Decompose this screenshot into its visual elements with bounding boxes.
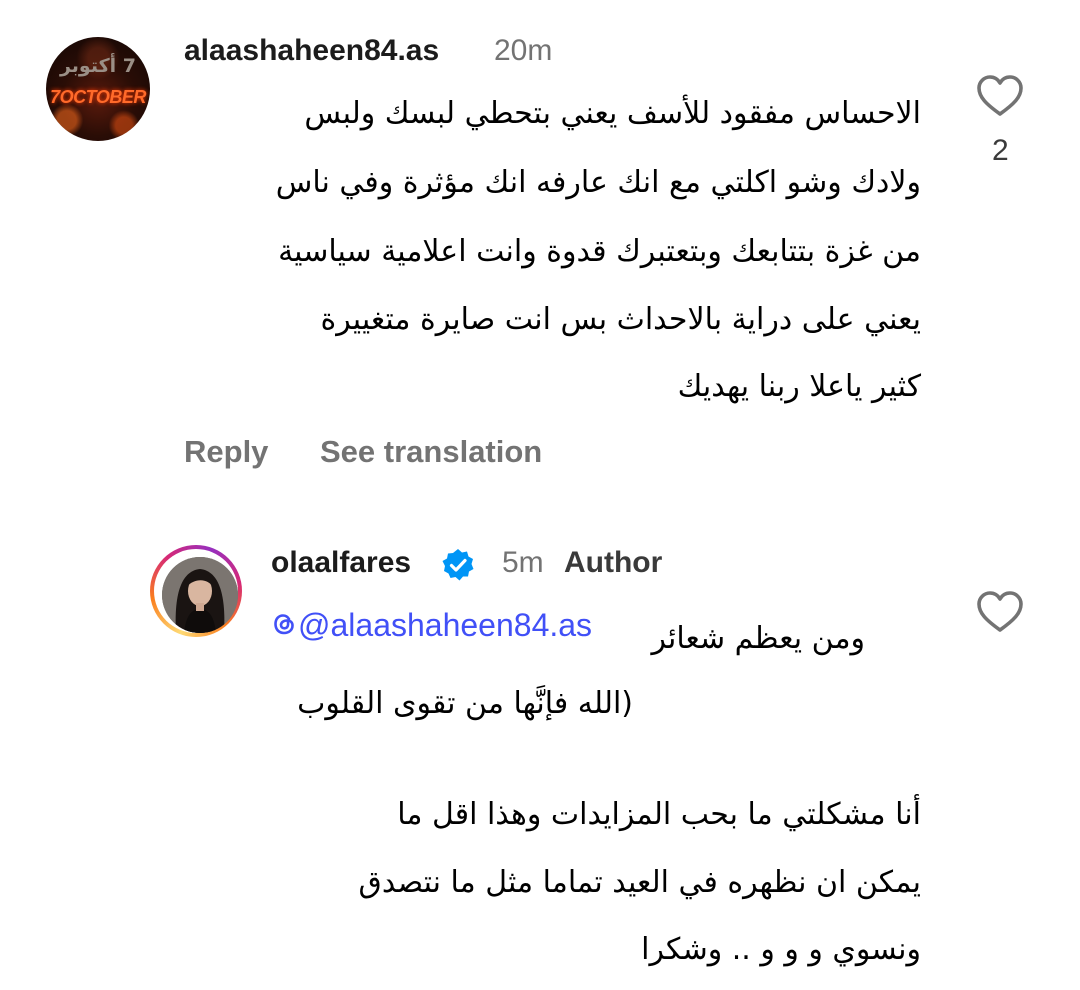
reply-line-3: أنا مشكلتي ما بحب المزايدات وهذا اقل ما: [397, 797, 921, 832]
reply-line-5: ونسوي و و و .. وشكرا: [641, 932, 921, 967]
reply-line-2: (الله فإنَّها من تقوى القلوب: [297, 686, 633, 721]
comment-line-3: من غزة بتتابعك وبتعتبرك قدوة وانت اعلامي…: [278, 234, 921, 269]
reply-line-4: يمكن ان نظهره في العيد تماما مثل ما نتصد…: [358, 865, 921, 900]
comment-thread: 7 أكتوبر 7OCTOBER alaashaheen84.as 20m ا…: [0, 0, 1080, 990]
reply-timestamp: 5m: [502, 546, 544, 579]
heart-outline-icon: [977, 75, 1023, 116]
comment-line-4: يعني على دراية بالاحداث بس انت صايرة متغ…: [320, 302, 922, 337]
avatar-english-text: 7OCTOBER: [50, 87, 146, 107]
comment-line-2: ولادك وشو اكلتي مع انك عارفه انك مؤثرة و…: [275, 165, 921, 200]
mention-username[interactable]: @alaashaheen84.as: [298, 607, 592, 643]
avatar-arabic-text: 7 أكتوبر: [59, 55, 137, 77]
profile-photo-image: [162, 557, 238, 633]
author-badge: Author: [564, 546, 663, 579]
like-count: 2: [992, 134, 1009, 167]
mention-link[interactable]: @alaashaheen84.as: [272, 607, 592, 644]
heart-outline-icon: [977, 591, 1023, 632]
reply-line-1: ومن يعظم شعائر: [651, 621, 865, 656]
verified-badge-icon: [441, 548, 475, 586]
avatar-alaashaheen84[interactable]: 7 أكتوبر 7OCTOBER: [46, 37, 150, 141]
like-button-reply[interactable]: [976, 590, 1024, 638]
like-button-comment[interactable]: [976, 74, 1024, 122]
see-translation-button[interactable]: See translation: [320, 434, 542, 470]
reply-username[interactable]: olaalfares: [271, 546, 411, 580]
comment-timestamp: 20m: [494, 34, 553, 67]
comment-line-5: كثير ياعلا ربنا يهديك: [677, 369, 921, 404]
comment-username[interactable]: alaashaheen84.as: [184, 34, 439, 68]
threads-icon: [274, 614, 294, 635]
avatar-olaalfares[interactable]: [150, 545, 242, 637]
avatar-photo: [162, 557, 238, 633]
comment-line-1: الاحساس مفقود للأسف يعني بتحطي لبسك ولبس: [304, 96, 921, 131]
reply-button[interactable]: Reply: [184, 434, 268, 470]
